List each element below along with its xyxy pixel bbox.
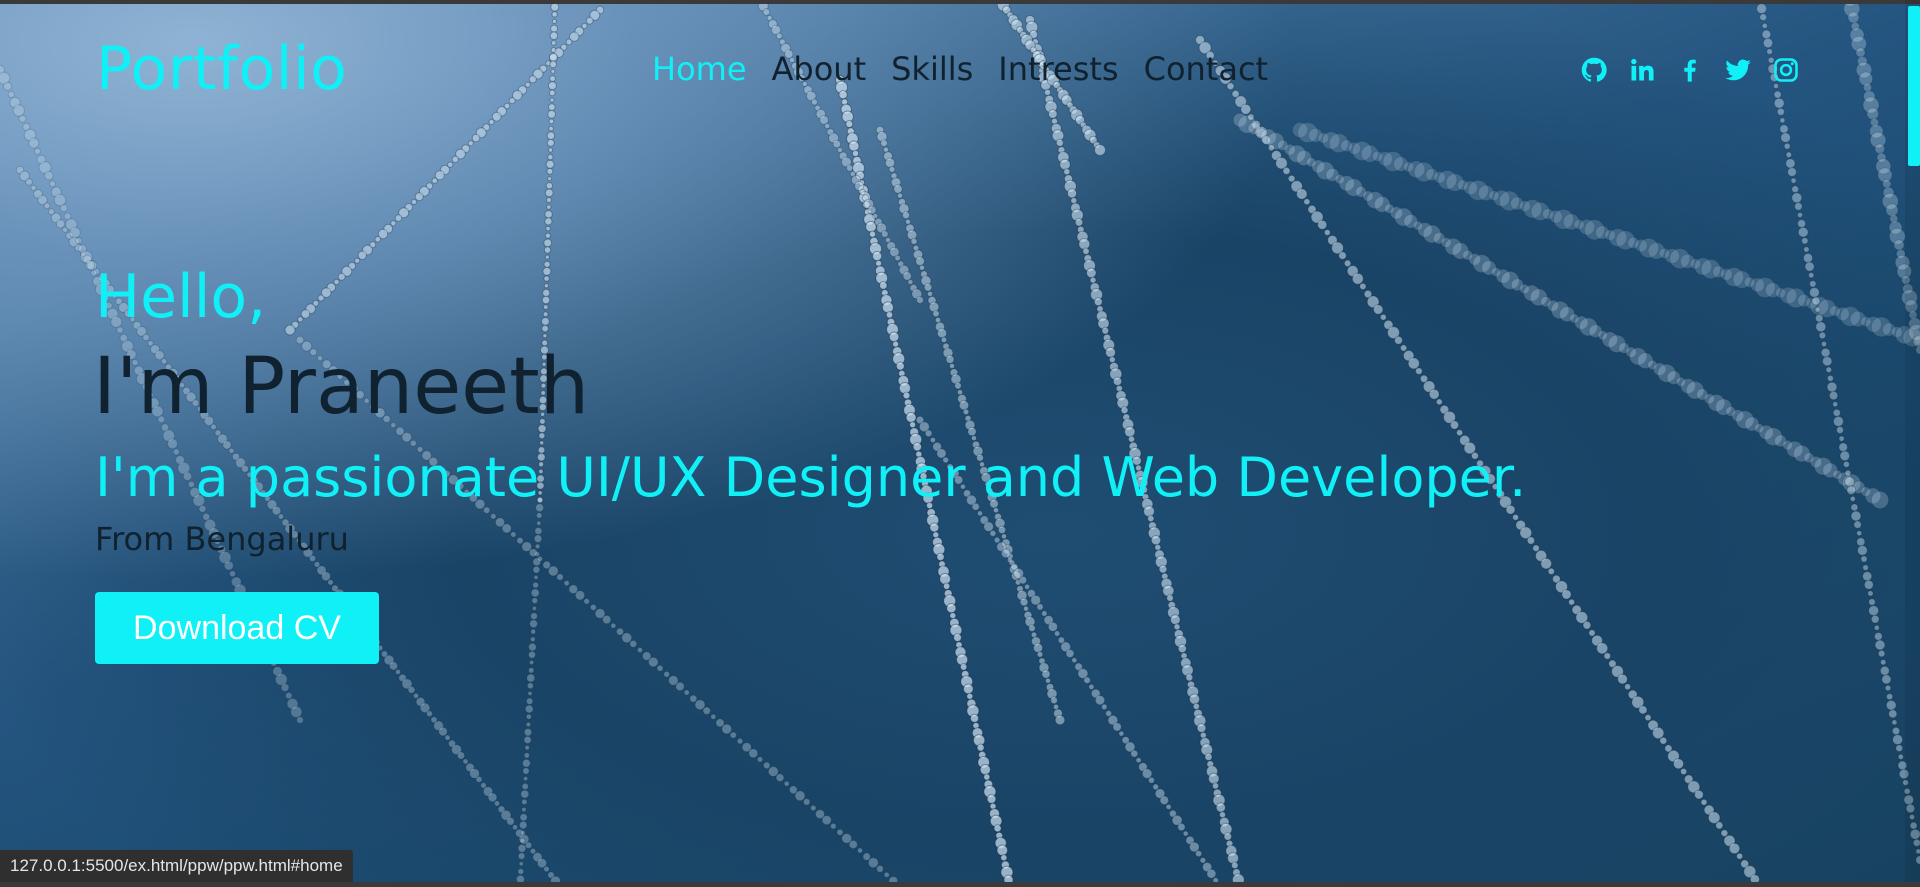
nav-item-contact[interactable]: Contact xyxy=(1144,50,1269,88)
tagline-text: I'm a passionate UI/UX Designer and Web … xyxy=(95,446,1527,509)
name-heading: I'm Praneeth xyxy=(93,342,590,432)
nav-item-about[interactable]: About xyxy=(772,50,867,88)
window-top-border xyxy=(0,0,1920,4)
nav-item-intrests[interactable]: Intrests xyxy=(998,50,1118,88)
social-links xyxy=(1580,56,1800,84)
scrollbar-thumb[interactable] xyxy=(1908,6,1920,166)
facebook-icon[interactable] xyxy=(1676,56,1704,84)
twitter-icon[interactable] xyxy=(1724,56,1752,84)
github-icon[interactable] xyxy=(1580,56,1608,84)
download-cv-button[interactable]: Download CV xyxy=(95,592,379,664)
linkedin-icon[interactable] xyxy=(1628,56,1656,84)
hero-section xyxy=(0,0,1920,887)
browser-status-url: 127.0.0.1:5500/ex.html/ppw/ppw.html#home xyxy=(0,850,353,882)
main-nav: Home About Skills Intrests Contact xyxy=(652,50,1268,88)
instagram-icon[interactable] xyxy=(1772,56,1800,84)
window-bottom-border xyxy=(0,882,1920,887)
site-logo[interactable]: Portfolio xyxy=(96,34,347,104)
page-scrollbar[interactable] xyxy=(1905,0,1920,887)
nav-item-skills[interactable]: Skills xyxy=(891,50,973,88)
location-text: From Bengaluru xyxy=(95,520,349,558)
nav-item-home[interactable]: Home xyxy=(652,50,747,88)
background-water-droplets xyxy=(0,0,1920,887)
greeting-text: Hello, xyxy=(95,262,267,332)
